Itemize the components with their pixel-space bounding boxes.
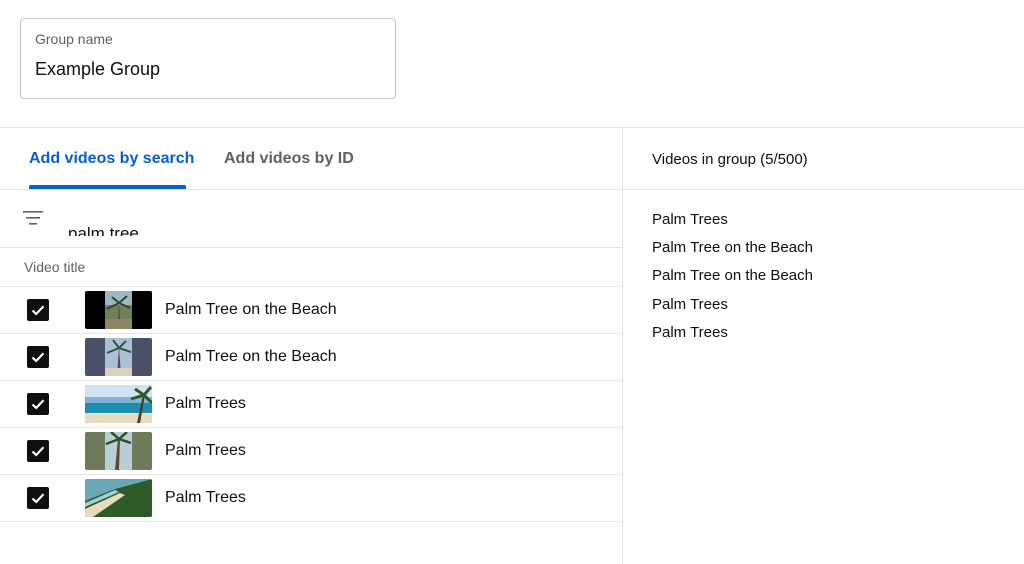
video-thumbnail [85, 291, 152, 329]
group-name-label: Group name [35, 31, 113, 47]
list-item: Palm Trees [652, 210, 728, 228]
table-row[interactable]: Palm Trees [0, 475, 622, 522]
video-title: Palm Trees [165, 489, 246, 506]
search-field[interactable] [60, 212, 580, 236]
table-row[interactable]: Palm Tree on the Beach [0, 334, 622, 381]
row-checkbox[interactable] [27, 346, 49, 368]
table-row[interactable]: Palm Trees [0, 428, 622, 475]
table-row[interactable]: Palm Tree on the Beach [0, 287, 622, 334]
tab-add-by-id[interactable]: Add videos by ID [224, 128, 354, 190]
checkmark-icon [31, 493, 45, 504]
video-results-list: Palm Tree on the Beach Palm Tree on the … [0, 287, 622, 522]
video-title: Palm Trees [165, 442, 246, 459]
list-item: Palm Trees [652, 323, 728, 341]
group-name-input[interactable]: Example Group [35, 59, 160, 80]
row-checkbox[interactable] [27, 393, 49, 415]
row-checkbox[interactable] [27, 440, 49, 462]
video-title: Palm Tree on the Beach [165, 301, 337, 318]
group-videos-list: Palm Trees Palm Tree on the Beach Palm T… [652, 205, 813, 346]
checkmark-icon [31, 399, 45, 410]
filter-icon[interactable] [22, 208, 44, 230]
right-header-divider [623, 189, 1024, 190]
video-thumbnail [85, 479, 152, 517]
column-header-video-title[interactable]: Video title [24, 248, 85, 286]
list-item: Palm Tree on the Beach [652, 238, 813, 256]
video-thumbnail [85, 432, 152, 470]
row-checkbox[interactable] [27, 299, 49, 321]
video-title: Palm Trees [165, 395, 246, 412]
group-videos-header: Videos in group (5/500) [652, 150, 808, 168]
checkmark-icon [31, 352, 45, 363]
checkmark-icon [31, 446, 45, 457]
video-thumbnail [85, 385, 152, 423]
tabs-divider [0, 189, 622, 190]
search-divider [0, 247, 622, 248]
row-checkbox[interactable] [27, 487, 49, 509]
group-name-field[interactable]: Group name Example Group [20, 18, 396, 99]
panel-divider [622, 127, 623, 564]
video-thumbnail [85, 338, 152, 376]
search-input[interactable] [68, 222, 568, 236]
list-item: Palm Trees [652, 295, 728, 313]
list-item: Palm Tree on the Beach [652, 267, 813, 285]
table-row[interactable]: Palm Trees [0, 381, 622, 428]
video-title: Palm Tree on the Beach [165, 348, 337, 365]
checkmark-icon [31, 305, 45, 316]
tab-add-by-search[interactable]: Add videos by search [29, 128, 194, 190]
